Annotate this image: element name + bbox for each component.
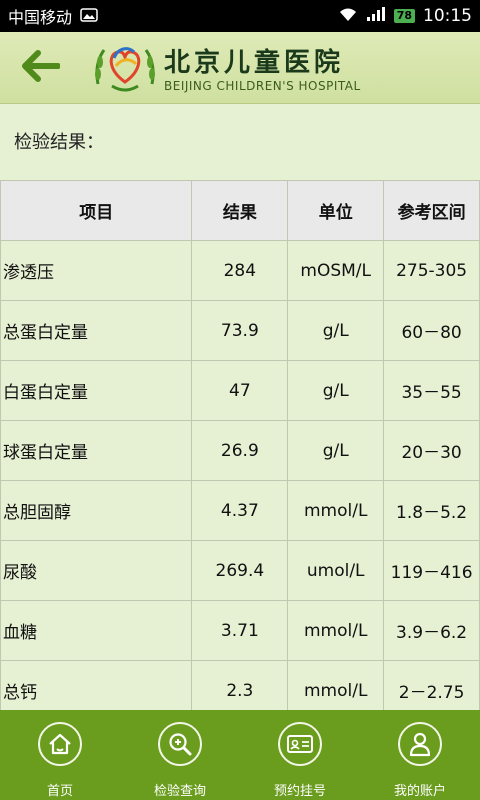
cell-item: 尿酸 (0, 540, 193, 601)
wifi-icon (338, 6, 358, 26)
back-arrow-icon (20, 49, 61, 86)
hospital-emblem-icon (90, 36, 160, 100)
cell-result: 284 (191, 240, 289, 301)
cell-unit: umol/L (287, 540, 385, 601)
cell-unit: mmol/L (287, 600, 385, 661)
cell-result: 26.9 (191, 420, 289, 481)
cell-item: 总蛋白定量 (0, 300, 193, 361)
column-header-unit: 单位 (287, 180, 385, 241)
id-card-icon (278, 722, 322, 766)
cell-result: 269.4 (191, 540, 289, 601)
status-bar: 中国移动 78 10:15 (0, 0, 480, 32)
column-header-result: 结果 (191, 180, 289, 241)
cell-unit: g/L (287, 360, 385, 421)
cell-item: 渗透压 (0, 240, 193, 301)
back-button[interactable] (0, 32, 80, 104)
hospital-name-cn: 北京儿童医院 (164, 48, 345, 78)
cell-range: 119－416 (383, 540, 480, 601)
bottom-tab-bar: 首页 检验查询 预约挂号 我的账户 (0, 710, 480, 800)
table-row: 总蛋白定量 73.9 g/L 60－80 (0, 300, 480, 361)
cell-item: 球蛋白定量 (0, 420, 193, 481)
cell-unit: mmol/L (287, 480, 385, 541)
tab-home[interactable]: 首页 (0, 710, 120, 800)
table-row: 渗透压 284 mOSM/L 275-305 (0, 240, 480, 301)
cell-item: 血糖 (0, 600, 193, 661)
carrier-label: 中国移动 (8, 8, 73, 27)
tab-lab-query[interactable]: 检验查询 (120, 710, 240, 800)
cell-range: 60－80 (383, 300, 480, 361)
search-icon (158, 722, 202, 766)
cell-unit: g/L (287, 300, 385, 361)
battery-icon: 78 (393, 9, 415, 23)
hospital-logo: 北京儿童医院 BEIJING CHILDREN'S HOSPITAL (90, 36, 361, 100)
cell-result: 4.37 (191, 480, 289, 541)
cell-range: 1.8－5.2 (383, 480, 480, 541)
cell-unit: g/L (287, 420, 385, 481)
tab-my-account[interactable]: 我的账户 (360, 710, 480, 800)
hospital-name-en: BEIJING CHILDREN'S HOSPITAL (164, 79, 361, 93)
tab-label-appointment: 预约挂号 (273, 784, 326, 799)
tab-label-my-account: 我的账户 (393, 784, 446, 799)
cell-range: 3.9－6.2 (383, 600, 480, 661)
cell-result: 47 (191, 360, 289, 421)
table-row: 尿酸 269.4 umol/L 119－416 (0, 540, 480, 601)
column-header-range: 参考区间 (383, 180, 480, 241)
home-icon (38, 722, 82, 766)
tab-label-home: 首页 (46, 784, 73, 799)
signal-icon (366, 6, 386, 26)
table-header-row: 项目 结果 单位 参考区间 (0, 180, 480, 241)
table-row: 球蛋白定量 26.9 g/L 20－30 (0, 420, 480, 481)
results-table: 项目 结果 单位 参考区间 渗透压 284 mOSM/L 275-305 总蛋白… (0, 180, 480, 721)
cell-item: 白蛋白定量 (0, 360, 193, 421)
section-title: 检验结果： (14, 132, 104, 153)
tab-label-lab-query: 检验查询 (153, 784, 206, 799)
table-row: 总胆固醇 4.37 mmol/L 1.8－5.2 (0, 480, 480, 541)
clock: 10:15 (423, 6, 472, 26)
tab-appointment[interactable]: 预约挂号 (240, 710, 360, 800)
cell-result: 73.9 (191, 300, 289, 361)
cell-range: 35－55 (383, 360, 480, 421)
column-header-item: 项目 (0, 180, 193, 241)
table-row: 血糖 3.71 mmol/L 3.9－6.2 (0, 600, 480, 661)
table-row: 白蛋白定量 47 g/L 35－55 (0, 360, 480, 421)
cell-range: 20－30 (383, 420, 480, 481)
app-header: 北京儿童医院 BEIJING CHILDREN'S HOSPITAL (0, 32, 480, 104)
cell-result: 3.71 (191, 600, 289, 661)
cell-unit: mOSM/L (287, 240, 385, 301)
cell-item: 总胆固醇 (0, 480, 193, 541)
image-notification-icon (80, 7, 98, 26)
user-icon (398, 722, 442, 766)
cell-range: 275-305 (383, 240, 480, 301)
